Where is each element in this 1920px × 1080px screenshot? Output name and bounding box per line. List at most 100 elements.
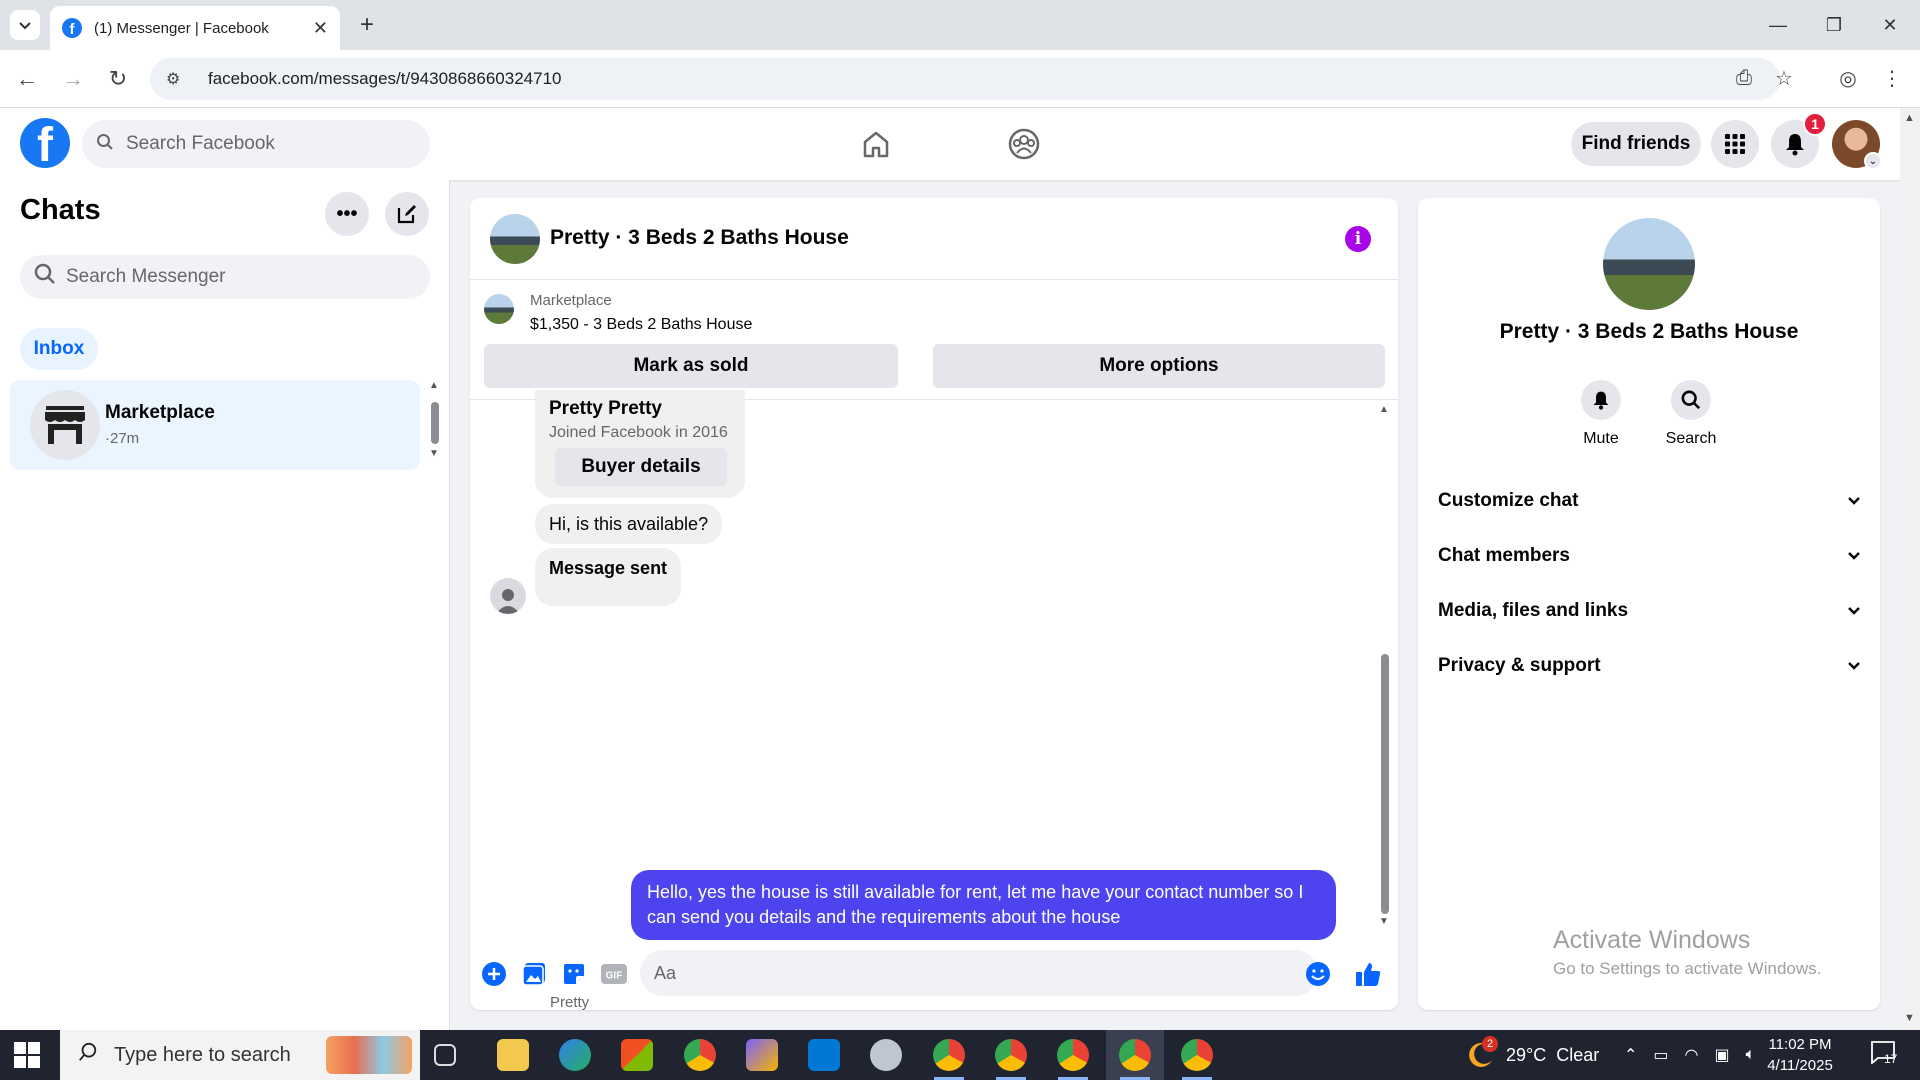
taskbar-search-placeholder: Type here to search bbox=[114, 1043, 291, 1066]
clock-time: 11:02 PM bbox=[1768, 1036, 1832, 1053]
message-bubble[interactable]: Hi, is this available? bbox=[535, 504, 723, 544]
profile-icon[interactable]: ◎ bbox=[1834, 64, 1862, 92]
chevron-down-icon bbox=[1848, 497, 1860, 505]
copilot-icon[interactable] bbox=[746, 1039, 778, 1071]
mute-button[interactable]: Mute bbox=[1561, 380, 1641, 448]
chrome-profile-icon[interactable] bbox=[1057, 1039, 1089, 1071]
scroll-up-icon[interactable]: ▲ bbox=[1904, 112, 1915, 124]
battery-icon[interactable]: ▭ bbox=[1653, 1045, 1668, 1065]
weather-widget[interactable]: 2 29°C Clear bbox=[1466, 1030, 1599, 1080]
conversation-item-marketplace[interactable]: Marketplace ·27m bbox=[10, 380, 420, 470]
tab-search-button[interactable] bbox=[10, 10, 40, 40]
attach-photo-icon[interactable] bbox=[520, 960, 548, 988]
new-message-button[interactable] bbox=[385, 192, 429, 236]
more-actions-icon[interactable] bbox=[480, 960, 508, 988]
scroll-up-icon[interactable]: ▲ bbox=[429, 380, 439, 391]
message-bubble[interactable]: Message sent bbox=[535, 548, 682, 606]
chrome-profile-icon[interactable] bbox=[1181, 1039, 1213, 1071]
conversation-info-panel: Pretty · 3 Beds 2 Baths House Mute Searc… bbox=[1418, 198, 1880, 1010]
facebook-logo-icon[interactable]: f bbox=[20, 118, 70, 168]
outlook-icon[interactable] bbox=[808, 1039, 840, 1071]
messages-scrollbar[interactable]: ▲ ▼ bbox=[1378, 404, 1392, 932]
close-tab-icon[interactable]: ✕ bbox=[313, 18, 328, 39]
reload-button[interactable]: ↻ bbox=[103, 64, 133, 94]
thumbs-up-icon[interactable] bbox=[1354, 960, 1382, 988]
browser-tab[interactable]: f (1) Messenger | Facebook ✕ bbox=[50, 6, 340, 50]
message-input[interactable] bbox=[640, 950, 1318, 996]
notification-center-button[interactable]: 17 bbox=[1870, 1040, 1904, 1070]
gif-icon[interactable]: GIF bbox=[600, 960, 628, 988]
file-explorer-icon[interactable] bbox=[497, 1039, 529, 1071]
edge-icon[interactable] bbox=[559, 1039, 591, 1071]
sidebar-scroll-thumb[interactable] bbox=[431, 402, 439, 444]
new-tab-button[interactable]: + bbox=[352, 10, 382, 40]
sender-avatar[interactable] bbox=[490, 578, 526, 614]
scroll-up-icon[interactable]: ▲ bbox=[1379, 404, 1389, 415]
restore-button[interactable]: ❐ bbox=[1806, 0, 1862, 50]
section-chat-members[interactable]: Chat members bbox=[1438, 536, 1862, 576]
forward-button[interactable]: → bbox=[58, 64, 88, 94]
inbox-filter-chip[interactable]: Inbox bbox=[20, 328, 98, 370]
search-conversation-button[interactable]: Search bbox=[1651, 380, 1731, 448]
task-view-icon[interactable] bbox=[434, 1044, 456, 1066]
facebook-search-input[interactable]: Search Facebook bbox=[82, 120, 430, 168]
minimize-button[interactable]: — bbox=[1750, 0, 1806, 50]
sticker-icon[interactable] bbox=[560, 960, 588, 988]
menu-grid-button[interactable] bbox=[1711, 120, 1759, 168]
store-icon[interactable] bbox=[621, 1039, 653, 1071]
section-media-files-links[interactable]: Media, files and links bbox=[1438, 591, 1862, 631]
chevron-down-icon[interactable]: ⌄ bbox=[1864, 152, 1882, 170]
windows-start-icon[interactable] bbox=[14, 1042, 40, 1068]
section-privacy-support[interactable]: Privacy & support bbox=[1438, 646, 1862, 686]
groups-icon[interactable] bbox=[1002, 122, 1046, 166]
emoji-icon[interactable] bbox=[1304, 960, 1332, 988]
conversation-title[interactable]: Pretty · 3 Beds 2 Baths House bbox=[550, 226, 849, 250]
scroll-down-icon[interactable]: ▼ bbox=[429, 448, 439, 459]
info-icon[interactable]: i bbox=[1345, 226, 1371, 252]
conversation-panel: Pretty · 3 Beds 2 Baths House i Marketpl… bbox=[470, 198, 1398, 1010]
weather-moon-icon: 2 bbox=[1466, 1036, 1498, 1070]
find-friends-button[interactable]: Find friends bbox=[1571, 122, 1701, 166]
sidebar-scrollbar[interactable]: ▲ ▼ bbox=[428, 380, 442, 460]
taskbar-clock[interactable]: 11:02 PM 4/11/2025 bbox=[1745, 1034, 1855, 1076]
page-scrollbar[interactable]: ▲ ▼ bbox=[1900, 108, 1920, 1030]
listing-title[interactable]: $1,350 - 3 Beds 2 Baths House bbox=[530, 316, 752, 334]
wifi-icon[interactable]: ◠ bbox=[1685, 1045, 1699, 1065]
listing-large-avatar[interactable] bbox=[1603, 218, 1695, 310]
more-options-button[interactable]: More options bbox=[933, 344, 1385, 388]
home-icon[interactable] bbox=[854, 122, 898, 166]
chrome-profile-icon[interactable] bbox=[995, 1039, 1027, 1071]
snipping-tool-icon[interactable] bbox=[870, 1039, 902, 1071]
chrome-icon[interactable] bbox=[684, 1039, 716, 1071]
meet-now-icon[interactable]: ▣ bbox=[1715, 1045, 1730, 1065]
outgoing-message-bubble[interactable]: Hello, yes the house is still available … bbox=[631, 870, 1336, 940]
chevron-up-icon[interactable]: ⌃ bbox=[1624, 1045, 1637, 1065]
activate-subtitle: Go to Settings to activate Windows. bbox=[1553, 959, 1822, 978]
close-window-button[interactable]: ✕ bbox=[1862, 0, 1918, 50]
chrome-profile-icon[interactable] bbox=[1119, 1039, 1151, 1071]
info-title: Pretty · 3 Beds 2 Baths House bbox=[1499, 320, 1799, 343]
search-icon bbox=[1681, 390, 1701, 410]
listing-thumbnail[interactable] bbox=[484, 294, 514, 324]
install-app-icon[interactable]: ⎙ bbox=[1730, 64, 1758, 92]
messenger-search-input[interactable]: Search Messenger bbox=[20, 255, 430, 299]
back-button[interactable]: ← bbox=[12, 64, 42, 94]
buyer-name: Pretty Pretty bbox=[549, 398, 662, 419]
buyer-details-button[interactable]: Buyer details bbox=[555, 448, 727, 486]
bookmark-star-icon[interactable]: ☆ bbox=[1770, 64, 1798, 92]
notification-count: 17 bbox=[1884, 1052, 1898, 1066]
scroll-down-icon[interactable]: ▼ bbox=[1904, 1012, 1915, 1024]
browser-menu-icon[interactable]: ⋮ bbox=[1878, 64, 1906, 92]
messages-scroll-thumb[interactable] bbox=[1381, 654, 1389, 914]
mute-label: Mute bbox=[1583, 430, 1619, 447]
address-bar[interactable]: ⚙ facebook.com/messages/t/94308686603247… bbox=[150, 58, 1780, 100]
chevron-down-icon bbox=[19, 22, 31, 30]
mark-as-sold-button[interactable]: Mark as sold bbox=[484, 344, 898, 388]
listing-avatar[interactable] bbox=[490, 214, 540, 264]
taskbar-search-input[interactable]: Type here to search bbox=[60, 1030, 420, 1080]
scroll-down-icon[interactable]: ▼ bbox=[1379, 916, 1389, 927]
section-customize-chat[interactable]: Customize chat bbox=[1438, 481, 1862, 521]
chrome-profile-icon[interactable] bbox=[933, 1039, 965, 1071]
chat-options-button[interactable]: ••• bbox=[325, 192, 369, 236]
site-settings-icon[interactable]: ⚙ bbox=[166, 69, 190, 89]
